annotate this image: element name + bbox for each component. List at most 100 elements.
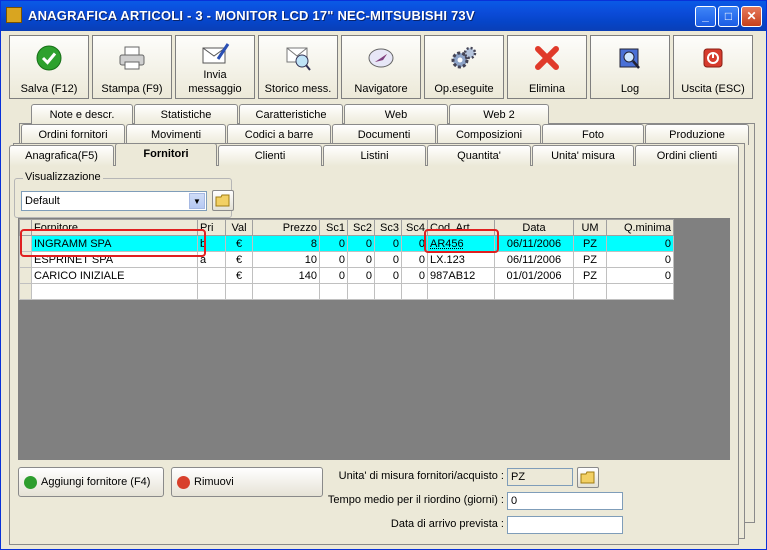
tab-ordini-clienti[interactable]: Ordini clienti bbox=[635, 145, 739, 166]
operations-done-button[interactable]: Op.eseguite bbox=[424, 35, 504, 99]
cell-sc2[interactable]: 0 bbox=[347, 251, 375, 268]
cell-sc1[interactable]: 0 bbox=[319, 267, 348, 284]
cell-cod-art[interactable]: LX.123 bbox=[427, 251, 495, 268]
cell-sc3[interactable]: 0 bbox=[374, 235, 402, 252]
cell-q-minima[interactable]: 0 bbox=[606, 251, 674, 268]
col-prezzo[interactable]: Prezzo bbox=[252, 219, 320, 236]
row-header bbox=[19, 283, 32, 300]
cell-sc1[interactable]: 0 bbox=[319, 235, 348, 252]
cell-val[interactable]: € bbox=[225, 267, 253, 284]
cell-pri[interactable] bbox=[197, 267, 226, 284]
col-data[interactable]: Data bbox=[494, 219, 574, 236]
tab-unita-misura[interactable]: Unita' misura bbox=[532, 145, 634, 166]
arrival-date-field[interactable] bbox=[507, 516, 623, 534]
cell-um[interactable]: PZ bbox=[573, 251, 607, 268]
log-button[interactable]: Log bbox=[590, 35, 670, 99]
view-select[interactable]: Default ▼ bbox=[21, 191, 207, 211]
minimize-button[interactable]: _ bbox=[695, 6, 716, 27]
tab-web[interactable]: Web bbox=[344, 104, 448, 125]
maximize-button[interactable]: □ bbox=[718, 6, 739, 27]
print-button[interactable]: Stampa (F9) bbox=[92, 35, 172, 99]
tab-movimenti[interactable]: Movimenti bbox=[126, 124, 226, 145]
tab-composizioni[interactable]: Composizioni bbox=[437, 124, 541, 145]
cell-data[interactable]: 06/11/2006 bbox=[494, 251, 574, 268]
empty-cell[interactable] bbox=[606, 283, 674, 300]
cell-sc3[interactable]: 0 bbox=[374, 267, 402, 284]
cell-sc1[interactable]: 0 bbox=[319, 251, 348, 268]
plus-icon bbox=[24, 476, 37, 489]
row-header[interactable] bbox=[19, 267, 32, 284]
remove-button[interactable]: Rimuovi bbox=[171, 467, 323, 497]
tab-clienti[interactable]: Clienti bbox=[218, 145, 322, 166]
empty-cell[interactable] bbox=[427, 283, 495, 300]
close-button[interactable]: ✕ bbox=[741, 6, 762, 27]
cell-data[interactable]: 01/01/2006 bbox=[494, 267, 574, 284]
col-val[interactable]: Val bbox=[225, 219, 253, 236]
tab-documenti[interactable]: Documenti bbox=[332, 124, 436, 145]
empty-cell[interactable] bbox=[197, 283, 226, 300]
reorder-field[interactable]: 0 bbox=[507, 492, 623, 510]
message-history-button[interactable]: Storico mess. bbox=[258, 35, 338, 99]
empty-cell[interactable] bbox=[494, 283, 574, 300]
add-supplier-button[interactable]: Aggiungi fornitore (F4) bbox=[18, 467, 164, 497]
unit-field[interactable]: PZ bbox=[507, 468, 573, 486]
cell-cod-art[interactable]: 987AB12 bbox=[427, 267, 495, 284]
chevron-down-icon[interactable]: ▼ bbox=[189, 193, 205, 209]
table-row[interactable]: CARICO INIZIALE € 140 0 0 0 0 987AB12 01… bbox=[19, 267, 674, 284]
tab-codici-a-barre[interactable]: Codici a barre bbox=[227, 124, 331, 145]
unit-folder-button[interactable] bbox=[577, 467, 599, 488]
cell-prezzo[interactable]: 10 bbox=[252, 251, 320, 268]
empty-cell[interactable] bbox=[401, 283, 428, 300]
tab-note-descr[interactable]: Note e descr. bbox=[31, 104, 133, 125]
col-q-minima[interactable]: Q.minima bbox=[606, 219, 674, 236]
empty-cell[interactable] bbox=[31, 283, 198, 300]
tab-produzione[interactable]: Produzione bbox=[645, 124, 749, 145]
col-sc1[interactable]: Sc1 bbox=[319, 219, 348, 236]
empty-cell[interactable] bbox=[573, 283, 607, 300]
tab-quantita[interactable]: Quantita' bbox=[427, 145, 531, 166]
empty-cell[interactable] bbox=[252, 283, 320, 300]
col-sc3[interactable]: Sc3 bbox=[374, 219, 402, 236]
cell-sc4[interactable]: 0 bbox=[401, 251, 428, 268]
empty-cell[interactable] bbox=[225, 283, 253, 300]
save-button[interactable]: Salva (F12) bbox=[9, 35, 89, 99]
cell-q-minima[interactable]: 0 bbox=[606, 235, 674, 252]
exit-button[interactable]: Uscita (ESC) bbox=[673, 35, 753, 99]
tab-foto[interactable]: Foto bbox=[542, 124, 644, 145]
table-row-empty[interactable] bbox=[19, 283, 674, 300]
check-icon bbox=[10, 44, 88, 72]
cell-sc2[interactable]: 0 bbox=[347, 235, 375, 252]
empty-cell[interactable] bbox=[374, 283, 402, 300]
folder-icon bbox=[215, 194, 230, 207]
cell-q-minima[interactable]: 0 bbox=[606, 267, 674, 284]
tab-listini[interactable]: Listini bbox=[323, 145, 426, 166]
col-sc2[interactable]: Sc2 bbox=[347, 219, 375, 236]
cell-data[interactable]: 06/11/2006 bbox=[494, 235, 574, 252]
tab-fornitori[interactable]: Fornitori bbox=[115, 143, 217, 166]
cell-sc4[interactable]: 0 bbox=[401, 267, 428, 284]
exit-label: Uscita (ESC) bbox=[681, 83, 745, 95]
delete-button[interactable]: Elimina bbox=[507, 35, 587, 99]
cell-fornitore[interactable]: CARICO INIZIALE bbox=[31, 267, 198, 284]
cell-um[interactable]: PZ bbox=[573, 235, 607, 252]
title-bar[interactable]: ANAGRAFICA ARTICOLI - 3 - MONITOR LCD 17… bbox=[1, 1, 766, 31]
cell-prezzo[interactable]: 140 bbox=[252, 267, 320, 284]
cell-sc2[interactable]: 0 bbox=[347, 267, 375, 284]
cell-prezzo[interactable]: 8 bbox=[252, 235, 320, 252]
tab-anagrafica[interactable]: Anagrafica(F5) bbox=[9, 145, 114, 166]
navigator-button[interactable]: Navigatore bbox=[341, 35, 421, 99]
cell-um[interactable]: PZ bbox=[573, 267, 607, 284]
empty-cell[interactable] bbox=[319, 283, 348, 300]
col-um[interactable]: UM bbox=[573, 219, 607, 236]
view-folder-button[interactable] bbox=[212, 190, 234, 211]
send-message-button[interactable]: Invia messaggio bbox=[175, 35, 255, 99]
cell-val[interactable]: € bbox=[225, 251, 253, 268]
tab-web-2[interactable]: Web 2 bbox=[449, 104, 549, 125]
tab-statistiche[interactable]: Statistiche bbox=[134, 104, 238, 125]
tab-caratteristiche[interactable]: Caratteristiche bbox=[239, 104, 343, 125]
cell-sc3[interactable]: 0 bbox=[374, 251, 402, 268]
cell-val[interactable]: € bbox=[225, 235, 253, 252]
printer-icon bbox=[93, 44, 171, 72]
tab-ordini-fornitori[interactable]: Ordini fornitori bbox=[21, 124, 125, 145]
empty-cell[interactable] bbox=[347, 283, 375, 300]
